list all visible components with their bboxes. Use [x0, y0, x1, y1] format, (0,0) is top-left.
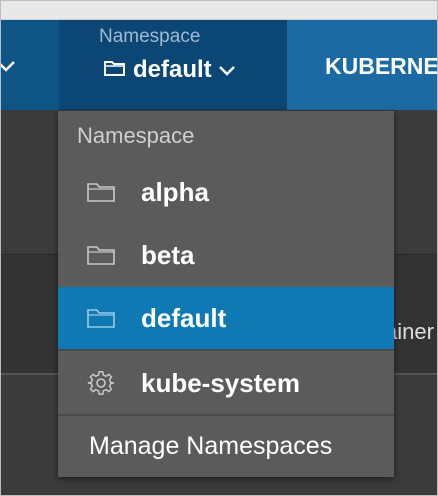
- namespace-selector[interactable]: Namespace default: [59, 20, 287, 110]
- namespace-current[interactable]: default: [103, 56, 236, 84]
- manage-namespaces-label: Manage Namespaces: [89, 431, 333, 460]
- nav-bar: Namespace default KUBERNE: [1, 20, 437, 110]
- dropdown-item-default[interactable]: default: [58, 287, 394, 349]
- app-window: Namespace default KUBERNE ainer Namespac…: [0, 0, 438, 496]
- gear-icon: [86, 369, 116, 397]
- folder-icon: [86, 181, 116, 203]
- dropdown-header: Namespace: [77, 123, 195, 148]
- dropdown-divider: [58, 349, 394, 351]
- namespace-dropdown: Namespace alpha beta default kube-system…: [58, 111, 394, 477]
- dropdown-item-label: default: [141, 302, 227, 333]
- namespace-current-value: default: [133, 56, 212, 83]
- dropdown-item-kube-system[interactable]: kube-system: [58, 352, 394, 414]
- dropdown-item-alpha[interactable]: alpha: [58, 161, 394, 223]
- folder-icon: [86, 307, 116, 329]
- dropdown-item-label: beta: [141, 239, 195, 270]
- chevron-down-icon: [1, 51, 15, 79]
- chevron-down-icon: [218, 56, 236, 84]
- dropdown-item-beta[interactable]: beta: [58, 224, 394, 286]
- app-title: KUBERNE: [325, 53, 438, 79]
- nav-title-section[interactable]: KUBERNE: [287, 20, 437, 110]
- nav-breadcrumb-previous[interactable]: [1, 20, 59, 110]
- folder-icon: [103, 56, 127, 84]
- dropdown-item-label: alpha: [141, 176, 209, 207]
- dropdown-divider: [58, 414, 394, 416]
- dropdown-item-label: kube-system: [141, 367, 300, 398]
- manage-namespaces-link[interactable]: Manage Namespaces: [58, 417, 394, 475]
- window-top-strip: [1, 1, 437, 20]
- folder-icon: [86, 244, 116, 266]
- namespace-label: Namespace: [99, 26, 201, 47]
